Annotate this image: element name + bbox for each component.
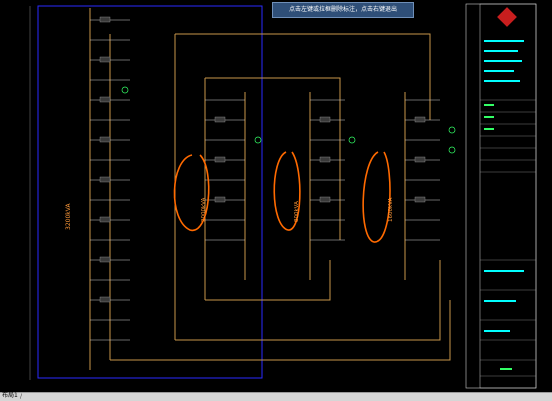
main-bus-wires <box>89 8 451 370</box>
annotation-loops <box>173 151 391 243</box>
annotation-1600kva: 1600kVA <box>388 197 394 222</box>
command-prompt-banner: 点击左键或拉框删除标注，点击右键退出 <box>272 2 414 18</box>
left-panel-kva-label: 3200kVA <box>65 203 72 230</box>
annotation-2000kva: 2000kVA <box>201 197 207 222</box>
annotation-800kva: 800kVA <box>294 201 300 222</box>
left-frame-border <box>37 5 263 379</box>
layout-tab[interactable]: 布局1 <box>2 392 18 400</box>
company-logo-icon <box>497 7 517 27</box>
title-block-text-stubs <box>484 40 524 332</box>
layout-tab-separator: / <box>20 393 23 400</box>
title-block-grid <box>480 99 536 377</box>
cad-drawing-canvas[interactable]: 3200kVA 2000kVA 800kVA 1600kVA 点击左键或拉框删除… <box>0 0 552 392</box>
electrical-schematic-drawing[interactable]: 3200kVA 2000kVA 800kVA 1600kVA <box>0 0 552 392</box>
